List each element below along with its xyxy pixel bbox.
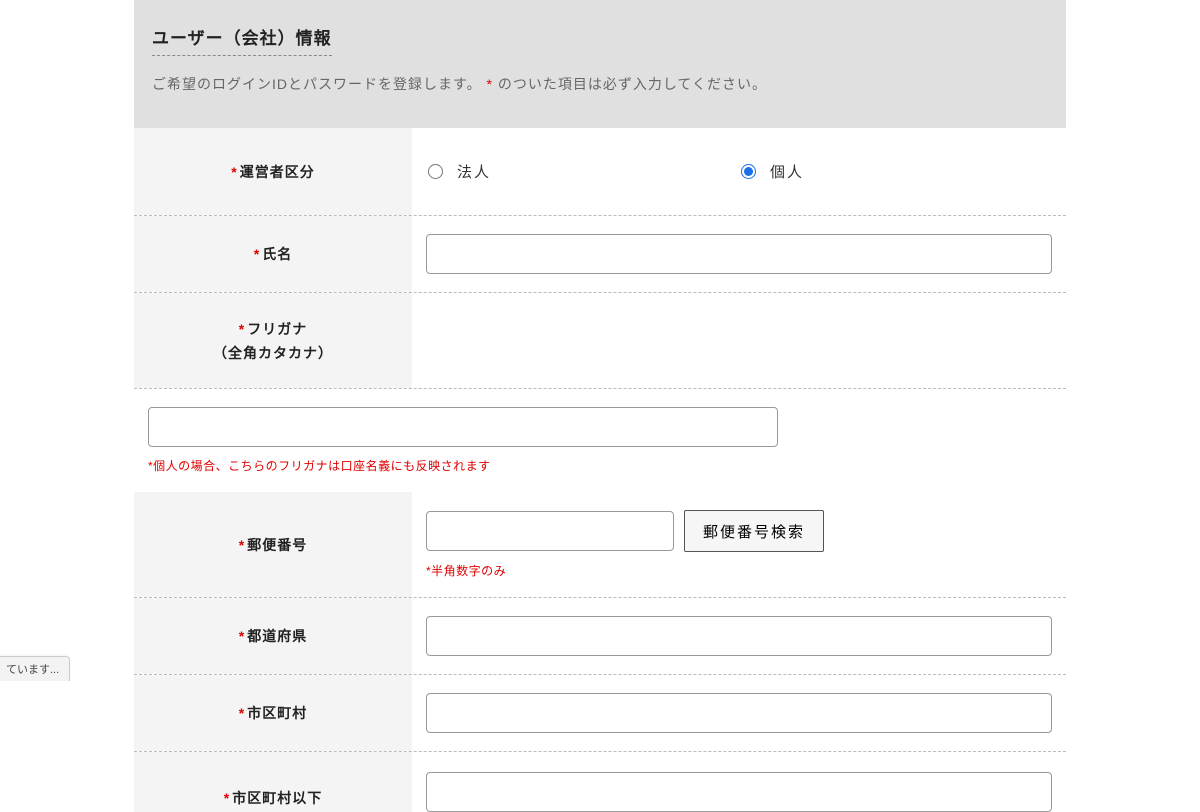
required-mark: * [239,705,245,721]
prefecture-input[interactable] [426,616,1052,656]
required-mark: * [224,790,230,806]
required-mark: * [239,537,245,553]
label-postal: *郵便番号 [134,492,412,597]
section-description: ご希望のログインIDとパスワードを登録します。 * のついた項目は必ず入力してく… [152,74,1048,94]
desc-post: のついた項目は必ず入力してください。 [498,76,767,92]
required-mark: * [231,164,237,180]
radio-option-individual[interactable]: 個人 [741,161,804,182]
row-prefecture: *都道府県 [134,598,1066,675]
row-postal: *郵便番号 郵便番号検索 *半角数字のみ [134,492,1066,598]
required-indicator: * [487,76,493,92]
input-cell-prefecture [412,598,1066,674]
label-furigana-sub: （全角カタカナ） [213,343,333,363]
radio-corporate[interactable] [428,164,443,179]
row-furigana: *フリガナ （全角カタカナ） [134,293,1066,389]
label-operator-type: *運営者区分 [134,128,412,215]
radio-individual[interactable] [741,164,756,179]
name-input[interactable] [426,234,1052,274]
label-furigana: *フリガナ （全角カタカナ） [134,293,412,388]
label-text: 都道府県 [247,628,307,644]
furigana-input[interactable] [148,407,778,447]
label-text: 運営者区分 [240,164,315,180]
radio-label-corporate: 法人 [457,161,491,182]
label-text: 郵便番号 [247,537,307,553]
label-text: 市区町村 [247,705,307,721]
label-text: フリガナ [247,321,307,337]
postal-input[interactable] [426,511,674,551]
input-cell-city [412,675,1066,751]
required-mark: * [254,246,260,262]
browser-status-bar: ています... [0,656,70,681]
input-cell-operator-type: 法人 個人 [412,128,1066,215]
label-city: *市区町村 [134,675,412,751]
form-section-header: ユーザー（会社）情報 ご希望のログインIDとパスワードを登録します。 * のつい… [134,0,1066,128]
row-address-rest: *市区町村以下 [134,752,1066,812]
radio-group-operator-type: 法人 個人 [426,161,1052,182]
input-cell-address-rest [412,752,1066,812]
label-text: 市区町村以下 [232,790,322,806]
label-text: 氏名 [262,246,292,262]
postal-helper: *半角数字のみ [426,562,1052,579]
postal-search-button[interactable]: 郵便番号検索 [684,510,824,552]
form-area: *運営者区分 法人 個人 *氏名 [134,128,1066,492]
input-cell-name [412,216,1066,292]
radio-label-individual: 個人 [770,161,804,182]
input-cell-furigana: *個人の場合、こちらのフリガナは口座名義にも反映されます [134,389,1066,492]
label-name: *氏名 [134,216,412,292]
desc-pre: ご希望のログインIDとパスワードを登録します。 [152,76,482,92]
address-rest-input[interactable] [426,772,1052,812]
label-address-rest: *市区町村以下 [134,752,412,812]
city-input[interactable] [426,693,1052,733]
row-operator-type: *運営者区分 法人 個人 [134,128,1066,216]
label-prefecture: *都道府県 [134,598,412,674]
row-city: *市区町村 [134,675,1066,752]
row-name: *氏名 [134,216,1066,293]
section-title: ユーザー（会社）情報 [152,24,332,56]
radio-option-corporate[interactable]: 法人 [428,161,491,182]
input-cell-postal: 郵便番号検索 *半角数字のみ [412,492,1066,597]
required-mark: * [239,628,245,644]
furigana-helper: *個人の場合、こちらのフリガナは口座名義にも反映されます [148,457,1052,474]
required-mark: * [239,321,245,337]
